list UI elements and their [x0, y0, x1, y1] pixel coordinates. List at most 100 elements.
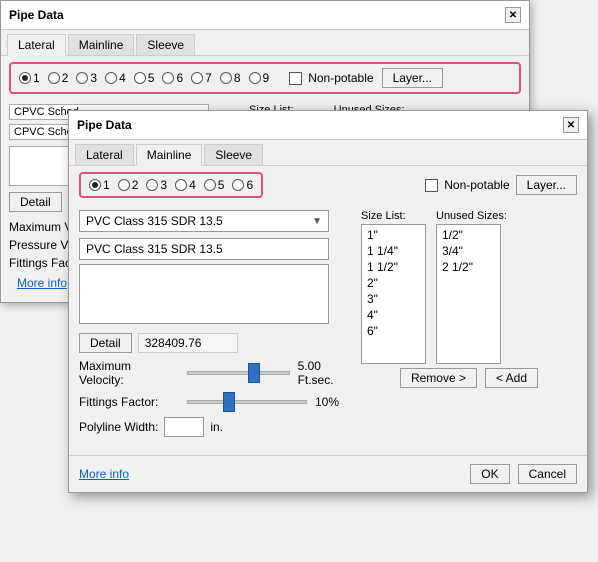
- fg-radio-circle-5[interactable]: [204, 179, 216, 191]
- bg-radio-1[interactable]: 1: [19, 71, 40, 85]
- fg-left-panel: PVC Class 315 SDR 13.5 ▼ Detail 328409.7…: [79, 210, 351, 445]
- bg-radio-row: 1 2 3 4 5 6 7 8: [9, 62, 521, 94]
- fg-polyline-row: Polyline Width: in.: [79, 417, 351, 437]
- fg-max-velocity-row: Maximum Velocity: 5.00 Ft.sec.: [79, 359, 351, 387]
- fg-pipe-data-window: Pipe Data ✕ Lateral Mainline Sleeve 1 2 …: [68, 110, 588, 493]
- size-item-1inch[interactable]: 1": [364, 227, 423, 243]
- bg-radio-3[interactable]: 3: [76, 71, 97, 85]
- fg-radio-5[interactable]: 5: [204, 178, 225, 192]
- size-item-114[interactable]: 1 1/4": [364, 243, 423, 259]
- fg-unused-list-header: Unused Sizes:: [436, 210, 507, 222]
- fg-detail-row: Detail 328409.76: [79, 333, 351, 353]
- fg-cancel-button[interactable]: Cancel: [518, 464, 577, 484]
- fg-fittings-row: Fittings Factor: 10%: [79, 395, 351, 409]
- bg-radio-7[interactable]: 7: [191, 71, 212, 85]
- fg-fittings-thumb[interactable]: [223, 392, 235, 412]
- fg-close-button[interactable]: ✕: [563, 117, 579, 133]
- fg-add-button[interactable]: < Add: [485, 368, 538, 388]
- fg-footer-buttons: OK Cancel: [470, 464, 577, 484]
- fg-radio-circle-4[interactable]: [175, 179, 187, 191]
- size-item-4inch[interactable]: 4": [364, 307, 423, 323]
- bg-radio-circle-5[interactable]: [134, 72, 146, 84]
- bg-radio-5[interactable]: 5: [134, 71, 155, 85]
- fg-max-velocity-track[interactable]: [187, 371, 290, 375]
- bg-radio-circle-7[interactable]: [191, 72, 203, 84]
- fg-remove-button[interactable]: Remove >: [400, 368, 477, 388]
- bg-layer-button[interactable]: Layer...: [382, 68, 443, 88]
- fg-right-panel: Size List: 1" 1 1/4" 1 1/2" 2" 3" 4" 6" …: [361, 210, 577, 445]
- bg-radio-9[interactable]: 9: [249, 71, 270, 85]
- fg-layer-button[interactable]: Layer...: [516, 175, 577, 195]
- fg-ok-button[interactable]: OK: [470, 464, 509, 484]
- fg-tabs-bar: Lateral Mainline Sleeve: [69, 140, 587, 166]
- fg-top-row: 1 2 3 4 5 6 Non-pot: [69, 166, 587, 204]
- bg-radio-circle-3[interactable]: [76, 72, 88, 84]
- fg-more-info-link[interactable]: More info: [79, 467, 129, 481]
- bg-detail-button[interactable]: Detail: [9, 192, 62, 212]
- bg-radio-6[interactable]: 6: [162, 71, 183, 85]
- size-item-3inch[interactable]: 3": [364, 291, 423, 307]
- bg-window-title: Pipe Data: [9, 8, 64, 22]
- fg-radio-3[interactable]: 3: [146, 178, 167, 192]
- fg-size-list-box: Size List: 1" 1 1/4" 1 1/2" 2" 3" 4" 6": [361, 210, 426, 364]
- bg-radio-circle-2[interactable]: [48, 72, 60, 84]
- fg-radio-6[interactable]: 6: [232, 178, 253, 192]
- fg-unused-list-box: Unused Sizes: 1/2" 3/4" 2 1/2": [436, 210, 507, 364]
- fg-max-velocity-value: 5.00 Ft.sec.: [298, 359, 351, 387]
- fg-radio-circle-6[interactable]: [232, 179, 244, 191]
- fg-max-velocity-thumb[interactable]: [248, 363, 260, 383]
- fg-titlebar: Pipe Data ✕: [69, 111, 587, 140]
- fg-nonpotable-checkbox[interactable]: [425, 179, 438, 192]
- fg-main-content: PVC Class 315 SDR 13.5 ▼ Detail 328409.7…: [69, 204, 587, 451]
- bg-titlebar: Pipe Data ✕: [1, 1, 529, 30]
- size-item-2inch[interactable]: 2": [364, 275, 423, 291]
- size-item-112[interactable]: 1 1/2": [364, 259, 423, 275]
- fg-fittings-label: Fittings Factor:: [79, 395, 179, 409]
- fg-size-list[interactable]: 1" 1 1/4" 1 1/2" 2" 3" 4" 6": [361, 224, 426, 364]
- dropdown-arrow-icon: ▼: [312, 216, 322, 227]
- fg-tab-mainline[interactable]: Mainline: [136, 144, 203, 166]
- bg-radio-2[interactable]: 2: [48, 71, 69, 85]
- fg-detail-value: 328409.76: [138, 333, 238, 353]
- fg-polyline-unit: in.: [210, 420, 223, 434]
- bg-radio-circle-8[interactable]: [220, 72, 232, 84]
- fg-polyline-label: Polyline Width:: [79, 420, 158, 434]
- fg-tab-sleeve[interactable]: Sleeve: [204, 144, 263, 165]
- fg-max-velocity-label: Maximum Velocity:: [79, 359, 179, 387]
- fg-pipe-text-input[interactable]: [79, 238, 329, 260]
- bg-radio-circle-1[interactable]: [19, 72, 31, 84]
- bg-radio-8[interactable]: 8: [220, 71, 241, 85]
- bg-tab-mainline[interactable]: Mainline: [68, 34, 135, 55]
- fg-radio-circle-2[interactable]: [118, 179, 130, 191]
- fg-detail-button[interactable]: Detail: [79, 333, 132, 353]
- bg-tab-sleeve[interactable]: Sleeve: [136, 34, 195, 55]
- fg-fittings-track[interactable]: [187, 400, 307, 404]
- size-item-6inch[interactable]: 6": [364, 323, 423, 339]
- fg-size-section: Size List: 1" 1 1/4" 1 1/2" 2" 3" 4" 6" …: [361, 210, 577, 364]
- unused-item-212[interactable]: 2 1/2": [439, 259, 498, 275]
- bg-close-button[interactable]: ✕: [505, 7, 521, 23]
- bg-radio-circle-4[interactable]: [105, 72, 117, 84]
- fg-pipe-dropdown[interactable]: PVC Class 315 SDR 13.5 ▼: [79, 210, 329, 232]
- unused-item-half[interactable]: 1/2": [439, 227, 498, 243]
- fg-radio-2[interactable]: 2: [118, 178, 139, 192]
- fg-footer: More info OK Cancel: [69, 455, 587, 492]
- bg-radio-4[interactable]: 4: [105, 71, 126, 85]
- fg-radio-1[interactable]: 1: [89, 178, 110, 192]
- fg-polyline-input[interactable]: [164, 417, 204, 437]
- bg-nonpotable-checkbox[interactable]: [289, 72, 302, 85]
- unused-item-34[interactable]: 3/4": [439, 243, 498, 259]
- fg-tab-lateral[interactable]: Lateral: [75, 144, 134, 165]
- bg-tab-lateral[interactable]: Lateral: [7, 34, 66, 56]
- fg-radio-4[interactable]: 4: [175, 178, 196, 192]
- bg-radio-circle-6[interactable]: [162, 72, 174, 84]
- fg-dropdown-value: PVC Class 315 SDR 13.5: [86, 214, 223, 228]
- bg-nonpotable-row: Non-potable: [277, 71, 373, 85]
- bg-radio-circle-9[interactable]: [249, 72, 261, 84]
- fg-radio-circle-1[interactable]: [89, 179, 101, 191]
- fg-unused-size-list[interactable]: 1/2" 3/4" 2 1/2": [436, 224, 501, 364]
- fg-pipe-description-area[interactable]: [79, 264, 329, 324]
- fg-radio-circle-3[interactable]: [146, 179, 158, 191]
- bg-nonpotable-label: Non-potable: [308, 71, 373, 85]
- bg-tabs-bar: Lateral Mainline Sleeve: [1, 30, 529, 56]
